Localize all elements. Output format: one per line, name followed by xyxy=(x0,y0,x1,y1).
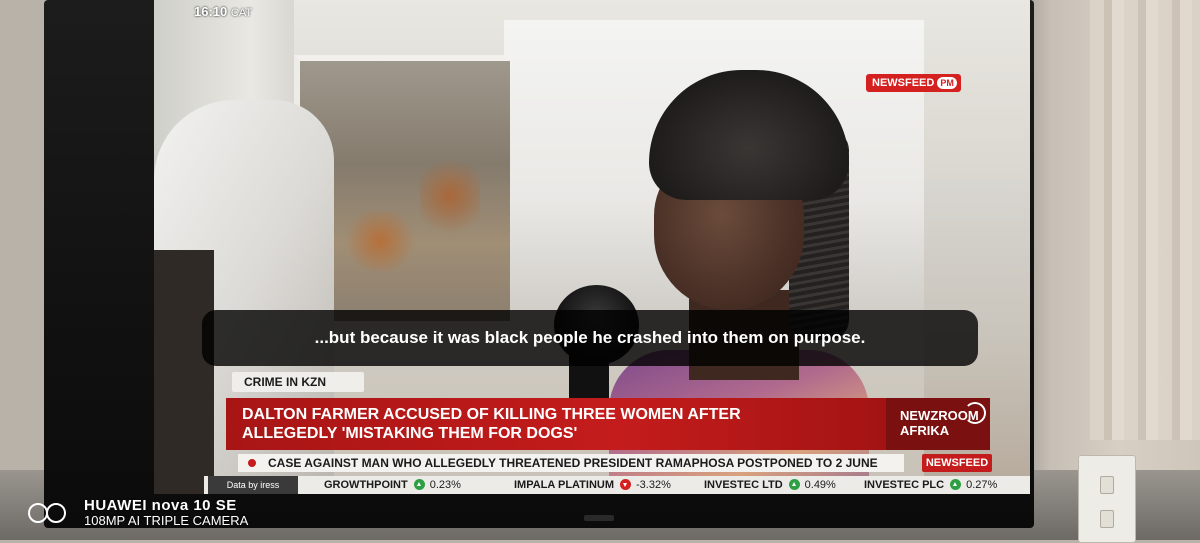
wall-light-switch xyxy=(1078,455,1136,543)
program-badge-label: NEWSFEED xyxy=(872,77,935,89)
news-ticker: CASE AGAINST MAN WHO ALLEGEDLY THREATENE… xyxy=(238,454,904,472)
stock-name: IMPALA PLATINUM xyxy=(514,479,615,491)
stock-name: INVESTEC PLC xyxy=(864,479,945,491)
rust-stain xyxy=(340,211,420,271)
stock-item: GROWTHPOINT 0.23% xyxy=(324,476,461,494)
ticker-dot-icon xyxy=(248,459,256,467)
scene-bystander-dark xyxy=(154,250,214,494)
logo-ring-icon xyxy=(964,402,986,424)
watermark-camera: 108MP AI TRIPLE CAMERA xyxy=(84,513,249,528)
stock-name: INVESTEC LTD xyxy=(704,479,783,491)
tv-brand-logo xyxy=(584,515,614,521)
up-arrow-icon xyxy=(950,479,962,490)
rust-stain xyxy=(420,151,480,241)
channel-logo: NEWZROOM AFRIKA xyxy=(886,398,990,450)
switch-toggle-bottom xyxy=(1100,510,1114,528)
ticker-text: CASE AGAINST MAN WHO ALLEGEDLY THREATENE… xyxy=(268,456,878,470)
tv-screen: 16:10 CAT NEWSFEED PM ...but because it w… xyxy=(154,0,1030,494)
program-badge: NEWSFEED PM xyxy=(866,74,961,92)
curtain xyxy=(1090,0,1200,440)
ticker-badge: NEWSFEED xyxy=(922,454,992,472)
stock-change: 0.23% xyxy=(429,479,461,491)
stock-item: IMPALA PLATINUM -3.32% xyxy=(514,476,671,494)
switch-toggle-top xyxy=(1100,476,1114,494)
stock-item: INVESTEC LTD 0.49% xyxy=(704,476,836,494)
stock-ticker: Data by iress GROWTHPOINT 0.23% IMPALA PL… xyxy=(204,476,1030,494)
stock-item: INVESTEC PLC 0.27% xyxy=(864,476,997,494)
tv-bezel: 16:10 CAT NEWSFEED PM ...but because it w… xyxy=(44,0,1034,528)
stock-name: GROWTHPOINT xyxy=(324,479,408,491)
up-arrow-icon xyxy=(413,479,425,490)
headline-line-1: DALTON FARMER ACCUSED OF KILLING THREE W… xyxy=(242,406,741,423)
stock-change: 0.49% xyxy=(804,479,836,491)
data-source-label: Data by iress xyxy=(208,476,298,494)
stock-change: -3.32% xyxy=(636,479,671,491)
dual-ring-logo-icon xyxy=(28,503,72,523)
up-arrow-icon xyxy=(788,479,800,490)
interviewee-headscarf xyxy=(649,70,849,200)
headline-line-2: ALLEGEDLY 'MISTAKING THEM FOR DOGS' xyxy=(242,425,578,442)
logo-line-2: AFRIKA xyxy=(900,423,950,438)
clock-timezone: CAT xyxy=(230,7,253,19)
watermark-device: HUAWEI nova 10 SE xyxy=(84,497,237,514)
headline-bar: DALTON FARMER ACCUSED OF KILLING THREE W… xyxy=(226,398,886,450)
program-badge-pm: PM xyxy=(937,77,957,89)
clock-time: 16:10 xyxy=(194,4,228,19)
down-arrow-icon xyxy=(620,479,632,490)
stock-change: 0.27% xyxy=(966,479,998,491)
subtitle-caption: ...but because it was black people he cr… xyxy=(202,310,978,366)
broadcast-clock: 16:10 CAT xyxy=(194,4,252,19)
category-tag: CRIME IN KZN xyxy=(232,372,364,392)
